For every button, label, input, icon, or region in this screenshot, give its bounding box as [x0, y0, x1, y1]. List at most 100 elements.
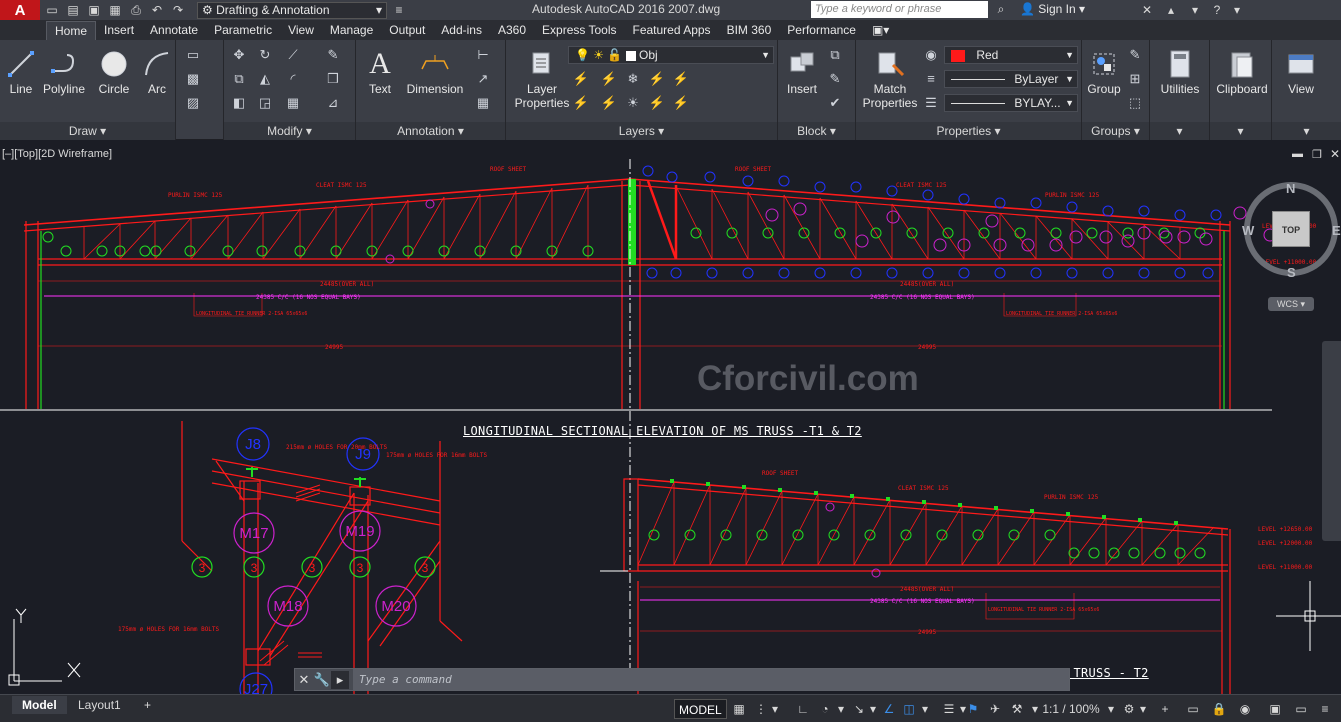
array-icon[interactable]: ▦ — [284, 94, 302, 112]
hardware-acceleration-icon[interactable]: ▣ — [1266, 699, 1284, 719]
table-icon[interactable]: ▦ — [474, 94, 492, 112]
line-tool-button[interactable]: Line — [4, 46, 38, 96]
save-icon[interactable]: ▣ — [85, 1, 103, 19]
groups-panel-title[interactable]: Groups ▾ — [1082, 122, 1149, 140]
annotation-scale-icon[interactable]: ⚒ — [1008, 699, 1026, 719]
viewport-scale-select[interactable]: 1:1 / 100% — [1036, 699, 1106, 719]
scale-icon[interactable]: ◲ — [256, 94, 274, 112]
fillet-icon[interactable]: ◜ — [284, 70, 302, 88]
lineweight-icon[interactable]: ≡ — [922, 70, 940, 88]
view-panel-dropdown[interactable]: ▾ — [1272, 122, 1341, 140]
command-input[interactable]: Type a command — [353, 669, 1069, 690]
help-arrow-icon[interactable]: ▾ — [1186, 1, 1204, 19]
color-wheel-icon[interactable]: ◉ — [922, 46, 940, 64]
close-icon[interactable]: ✕ — [295, 671, 313, 689]
annotation-visibility-icon[interactable]: ⚑ — [964, 699, 982, 719]
lock-ui-icon[interactable]: 🔒 — [1210, 699, 1228, 719]
new-file-icon[interactable]: ▭ — [43, 1, 61, 19]
layer-isolate-icon[interactable]: ⚡ — [600, 70, 618, 88]
drawing-viewport[interactable]: ROOF SHEET ROOF SHEET PURLIN ISMC 125 PU… — [0, 141, 1341, 694]
explode-icon[interactable]: ❒ — [324, 70, 342, 88]
edit-block-icon[interactable]: ✎ — [826, 70, 844, 88]
viewport-close-icon[interactable]: ✕ — [1330, 147, 1340, 161]
tab-manage[interactable]: Manage — [322, 21, 381, 40]
tab-insert[interactable]: Insert — [96, 21, 142, 40]
properties-panel-title[interactable]: Properties ▾ — [856, 122, 1081, 140]
tab-featured-apps[interactable]: Featured Apps — [625, 21, 719, 40]
rotate-icon[interactable]: ↻ — [256, 46, 274, 64]
group-button[interactable]: Group — [1084, 46, 1124, 96]
object-snap-icon[interactable]: ◫ — [900, 699, 918, 719]
match-layer-icon[interactable]: ⚡ — [672, 94, 690, 112]
command-prompt-icon[interactable]: ▸ — [331, 670, 349, 689]
hatch-icon[interactable]: ▩ — [184, 70, 202, 88]
object-snap-tracking-icon[interactable]: ∠ — [880, 699, 898, 719]
tab-parametric[interactable]: Parametric — [206, 21, 280, 40]
create-block-icon[interactable]: ⧉ — [826, 46, 844, 64]
layer-on-icon[interactable]: ⚡ — [572, 94, 590, 112]
compass-south[interactable]: S — [1287, 265, 1296, 280]
erase-icon[interactable]: ✎ — [324, 46, 342, 64]
tab-view[interactable]: View — [280, 21, 322, 40]
group-edit-icon[interactable]: ⊞ — [1126, 70, 1144, 88]
print-icon[interactable]: ⎙ — [127, 1, 145, 19]
polar-tracking-icon[interactable]: ◔ — [816, 699, 834, 719]
insert-block-button[interactable]: Insert — [782, 46, 822, 96]
tab-a360[interactable]: A360 — [490, 21, 534, 40]
osnap-dropdown-icon[interactable]: ▾ — [920, 699, 930, 719]
tab-annotate[interactable]: Annotate — [142, 21, 206, 40]
lineweight-toggle-icon[interactable]: ☰ — [940, 699, 958, 719]
tab-performance[interactable]: Performance — [779, 21, 864, 40]
dimension-tool-button[interactable]: Dimension — [404, 46, 466, 96]
customization-icon[interactable]: ≡ — [1316, 699, 1334, 719]
color-select[interactable]: Red ▼ — [944, 46, 1078, 64]
isodraft-icon[interactable]: ↘ — [850, 699, 868, 719]
tab-output[interactable]: Output — [381, 21, 433, 40]
region-icon[interactable]: ▨ — [184, 94, 202, 112]
redo-icon[interactable]: ↷ — [169, 1, 187, 19]
layer-unlock-icon[interactable]: ⚡ — [648, 94, 666, 112]
add-icon[interactable]: + — [1156, 699, 1174, 719]
wrench-icon[interactable]: 🔧 — [313, 671, 331, 689]
help-icon[interactable]: ? — [1208, 1, 1226, 19]
exchange-icon[interactable]: ✕ — [1138, 1, 1156, 19]
viewport-restore-icon[interactable]: ❐ — [1312, 148, 1322, 161]
trim-icon[interactable]: ⟋ — [284, 46, 302, 64]
layer-freeze-icon[interactable]: ❄ — [624, 70, 642, 88]
utilities-panel-dropdown[interactable]: ▾ — [1150, 122, 1209, 140]
layer-lock-icon[interactable]: ⚡ — [648, 70, 666, 88]
leader-icon[interactable]: ↗ — [474, 70, 492, 88]
arc-tool-button[interactable]: Arc — [140, 46, 174, 96]
clipboard-button[interactable]: Clipboard — [1214, 46, 1270, 96]
snap-icon[interactable]: ⋮ — [752, 699, 770, 719]
ungroup-icon[interactable]: ✎ — [1126, 46, 1144, 64]
linetype-icon[interactable]: ☰ — [922, 94, 940, 112]
layer-thaw-icon[interactable]: ☀ — [624, 94, 642, 112]
text-tool-button[interactable]: A Text — [362, 46, 398, 96]
compass-west[interactable]: W — [1242, 223, 1254, 238]
settings-gear-icon[interactable]: ⚙ — [1120, 699, 1138, 719]
ortho-icon[interactable]: ∟ — [794, 699, 812, 719]
undo-icon[interactable]: ↶ — [148, 1, 166, 19]
viewport-minimize-icon[interactable]: ▬ — [1292, 148, 1303, 160]
drawing-canvas[interactable]: ROOF SHEET ROOF SHEET PURLIN ISMC 125 PU… — [0, 141, 1341, 694]
utilities-button[interactable]: Utilities — [1154, 46, 1206, 96]
binoculars-icon[interactable]: ⌕ — [992, 1, 1010, 18]
layer-off-icon[interactable]: ⚡ — [572, 70, 590, 88]
mirror-icon[interactable]: ◭ — [256, 70, 274, 88]
circle-tool-button[interactable]: Circle — [94, 46, 134, 96]
stretch-icon[interactable]: ◧ — [230, 94, 248, 112]
workspace-select[interactable]: ⚙ Drafting & Annotation ▾ — [197, 1, 387, 19]
edit-attributes-icon[interactable]: ✔ — [826, 94, 844, 112]
snap-dropdown-icon[interactable]: ▾ — [770, 699, 780, 719]
isodraft-dropdown-icon[interactable]: ▾ — [868, 699, 878, 719]
tab-home[interactable]: Home — [46, 21, 97, 40]
tab-layout1[interactable]: Layout1 — [68, 696, 131, 714]
open-file-icon[interactable]: ▤ — [64, 1, 82, 19]
viewcube[interactable]: N S W E TOP WCS ▾ — [1240, 181, 1341, 311]
compass-east[interactable]: E — [1332, 223, 1341, 238]
a360-icon[interactable]: ▴ — [1162, 1, 1180, 19]
tab-bim-360[interactable]: BIM 360 — [719, 21, 780, 40]
offset-icon[interactable]: ⊿ — [324, 94, 342, 112]
search-input[interactable]: Type a keyword or phrase — [811, 1, 988, 18]
